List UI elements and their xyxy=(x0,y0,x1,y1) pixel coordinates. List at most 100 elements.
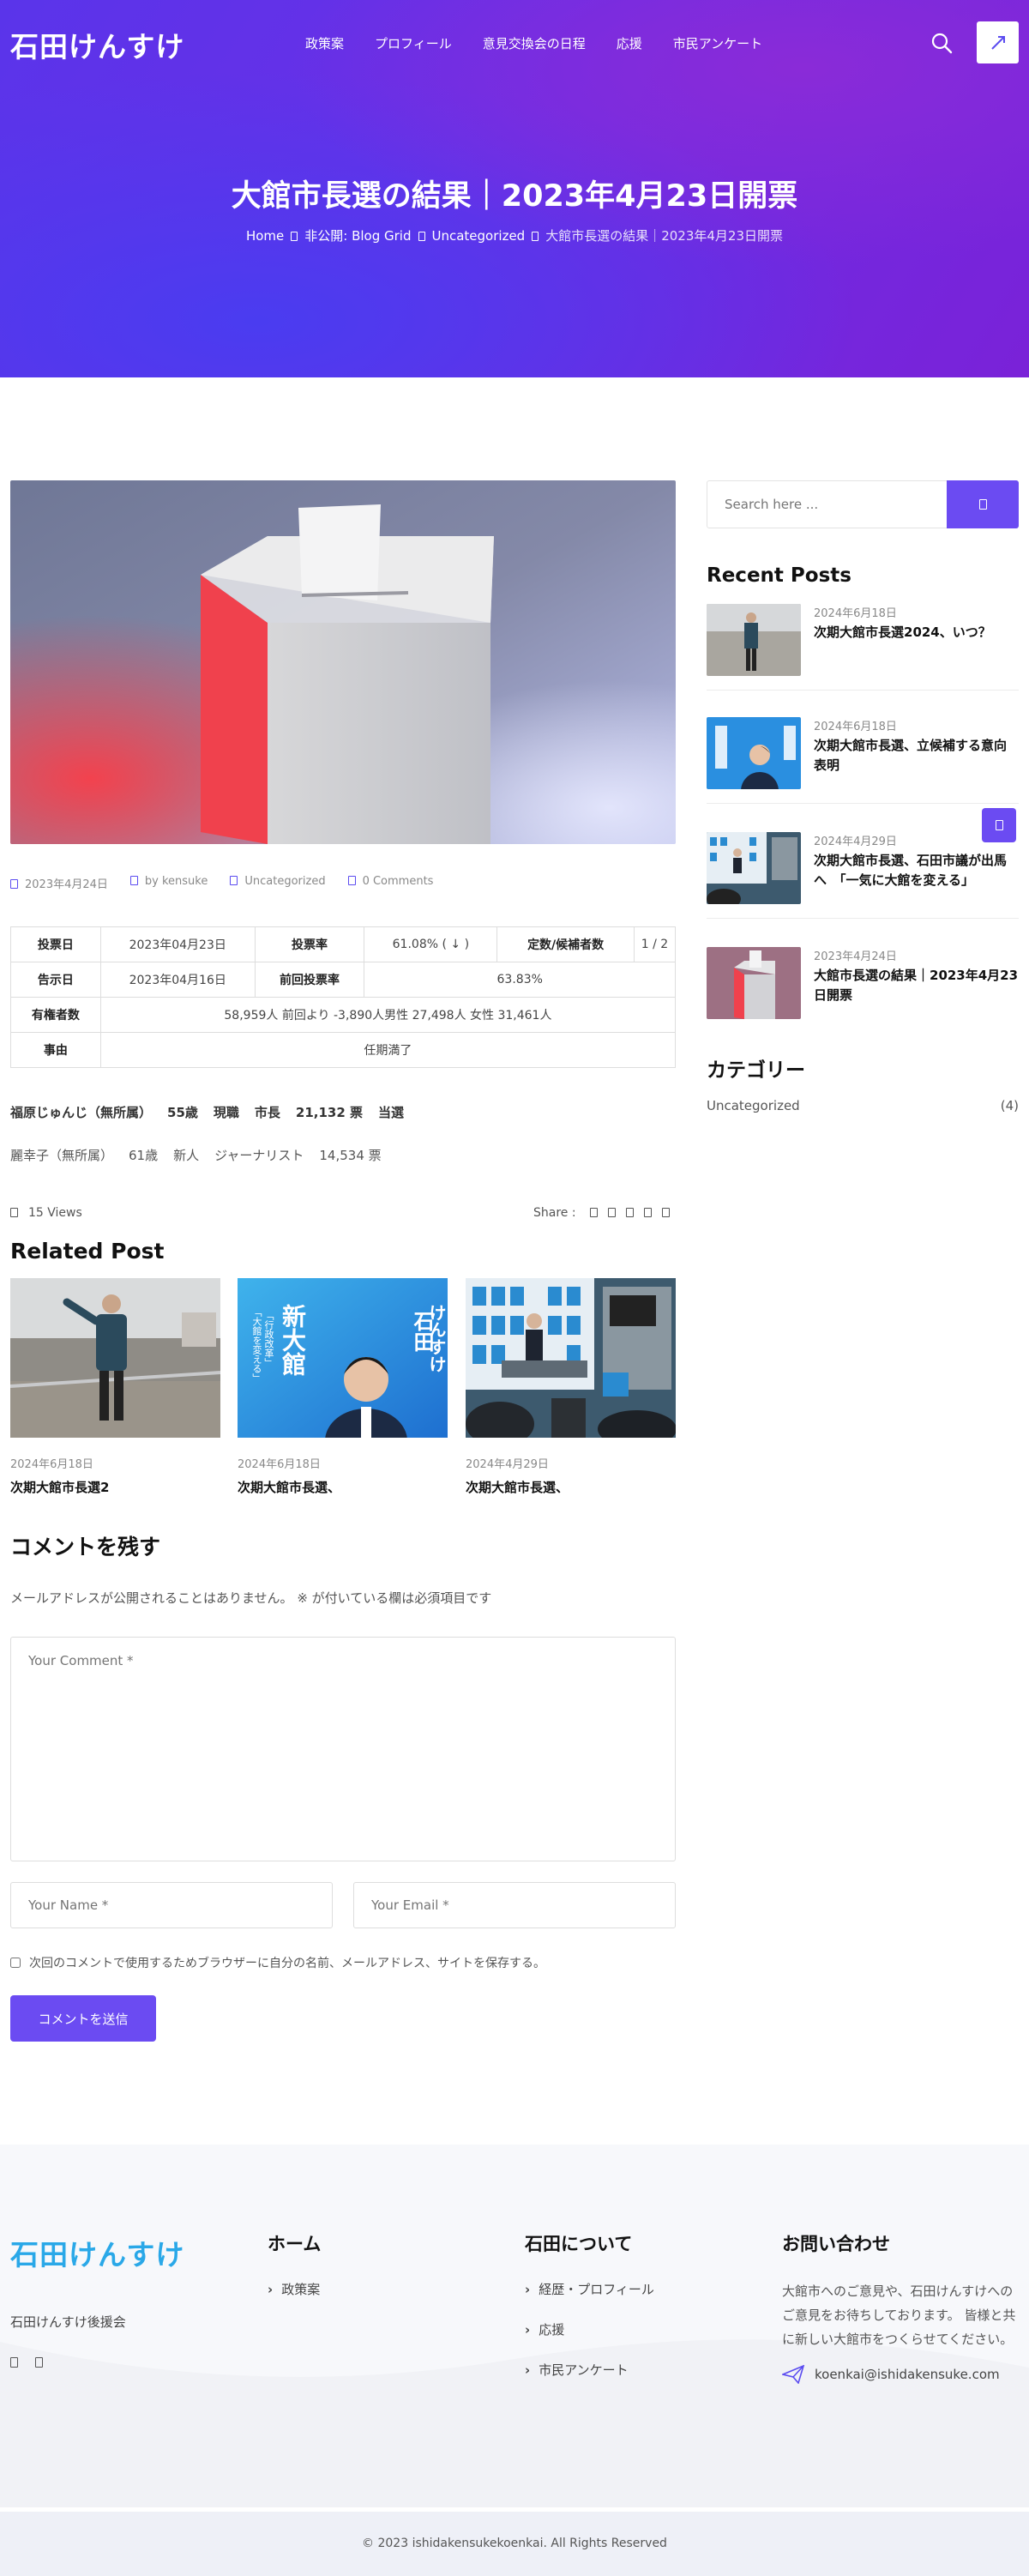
footer-contact-heading: お問い合わせ xyxy=(782,2234,890,2254)
sidebar-search xyxy=(707,480,1019,528)
related-thumbnail-press[interactable] xyxy=(466,1278,676,1438)
email-field[interactable] xyxy=(353,1882,676,1928)
divider xyxy=(707,918,1019,919)
related-title[interactable]: 次期大館市長選、 xyxy=(238,1478,448,1496)
divider xyxy=(707,690,1019,691)
related-date: 2024年4月29日 xyxy=(466,1458,549,1471)
facebook-icon[interactable] xyxy=(590,1208,599,1217)
election-results-table: 投票日 2023年04月23日 投票率 61.08% ( ↓ ) 定数/候補者数… xyxy=(10,926,677,1068)
breadcrumb-blog-grid[interactable]: 非公開: Blog Grid xyxy=(304,228,411,244)
nav-item-policy[interactable]: 政策案 xyxy=(305,34,344,52)
nav-item-schedule[interactable]: 意見交換会の日程 xyxy=(483,34,586,52)
search-icon xyxy=(978,499,987,510)
twitter-icon[interactable] xyxy=(35,2357,43,2368)
related-post-card[interactable]: 2024年4月29日 次期大館市長選、 xyxy=(466,1278,676,1496)
nav-item-support[interactable]: 応援 xyxy=(617,34,642,52)
table-cell: 事由 xyxy=(10,1032,101,1068)
footer-link-support[interactable]: 応援 xyxy=(525,2320,654,2338)
candidate-status: 現職 xyxy=(213,1105,239,1120)
category-count: (4) xyxy=(1000,1098,1019,1113)
table-cell: 有権者数 xyxy=(10,997,101,1033)
twitter-icon[interactable] xyxy=(608,1208,617,1217)
comment-heading: コメントを残す xyxy=(10,1535,161,1559)
candidate-name: 福原じゅんじ（無所属） xyxy=(10,1105,153,1120)
eye-icon xyxy=(10,1208,18,1217)
chevron-icon xyxy=(532,232,539,241)
table-cell: 投票率 xyxy=(254,926,365,962)
footer-link-profile[interactable]: 経歴・プロフィール xyxy=(525,2280,654,2298)
recent-post-item[interactable]: 2024年6月18日 次期大館市長選2024、いつ？ xyxy=(707,604,1019,676)
recent-thumbnail-poster[interactable] xyxy=(707,717,801,789)
recent-post-item[interactable]: 2024年6月18日 次期大館市長選、立候補する意向表明 xyxy=(707,717,1019,789)
candidate-age: 61歳 xyxy=(129,1148,159,1163)
recent-title[interactable]: 次期大館市長選2024、いつ？ xyxy=(814,623,1019,642)
page-hero: 石田けんすけ 政策案 プロフィール 意見交換会の日程 応援 市民アンケート 大館… xyxy=(0,0,1029,377)
related-thumbnail-poster[interactable]: 新大館 「大館を変える」 石田 けんすけ 「行政改革」 xyxy=(238,1278,448,1438)
table-cell: 任期満了 xyxy=(99,1032,677,1068)
table-cell: 58,959人 前回より -3,890人男性 27,498人 女性 31,461… xyxy=(99,997,677,1033)
footer-email-text[interactable]: koenkai@ishidakensuke.com xyxy=(815,2367,1000,2382)
comment-icon xyxy=(347,876,356,885)
category-item[interactable]: Uncategorized (4) xyxy=(707,1098,1019,1113)
submit-comment-button[interactable]: コメントを送信 xyxy=(10,1995,156,2042)
save-info-checkbox[interactable] xyxy=(10,1958,21,1968)
recent-thumbnail-outdoor[interactable] xyxy=(707,604,801,676)
linkedin-icon[interactable] xyxy=(626,1208,635,1217)
facebook-icon[interactable] xyxy=(10,2357,18,2368)
footer-logo[interactable]: 石田けんすけ xyxy=(10,2232,184,2273)
table-cell: 1 / 2 xyxy=(634,926,676,962)
site-logo[interactable]: 石田けんすけ xyxy=(10,24,184,65)
footer-col-home: ホーム 政策案 xyxy=(268,2230,321,2320)
table-cell: 前回投票率 xyxy=(254,962,365,998)
candidate-votes: 21,132 票 xyxy=(295,1105,364,1120)
pinterest-icon[interactable] xyxy=(644,1208,653,1217)
table-row: 投票日 2023年04月23日 投票率 61.08% ( ↓ ) 定数/候補者数… xyxy=(10,926,676,962)
category-name[interactable]: Uncategorized xyxy=(707,1098,800,1113)
recent-thumbnail-ballot-box[interactable] xyxy=(707,947,801,1019)
footer-link-policy[interactable]: 政策案 xyxy=(268,2280,321,2298)
related-title[interactable]: 次期大館市長選、 xyxy=(466,1478,676,1496)
sidebar-search-input[interactable] xyxy=(707,481,948,528)
breadcrumb-home[interactable]: Home xyxy=(246,228,284,244)
footer-email[interactable]: koenkai@ishidakensuke.com xyxy=(782,2365,1019,2385)
candidate-status: 新人 xyxy=(173,1148,200,1163)
main-nav: 政策案 プロフィール 意見交換会の日程 応援 市民アンケート xyxy=(305,34,762,52)
candidate-runner-up: 麗幸子（無所属） 61歳 新人 ジャーナリスト 14,534 票 xyxy=(10,1146,397,1164)
related-post-card[interactable]: 新大館 「大館を変える」 石田 けんすけ 「行政改革」 2024年6月18日 次… xyxy=(238,1278,448,1496)
table-row: 事由 任期満了 xyxy=(10,1032,677,1068)
recent-title[interactable]: 次期大館市長選、立候補する意向表明 xyxy=(814,736,1019,775)
menu-toggle-button[interactable] xyxy=(977,21,1019,63)
related-date: 2024年6月18日 xyxy=(238,1458,321,1471)
recent-post-item[interactable]: 2023年4月24日 大館市長選の結果｜2023年4月23日開票 xyxy=(707,947,1019,1019)
scroll-to-top-button[interactable] xyxy=(982,808,1016,842)
post-views: 15 Views xyxy=(10,1206,82,1220)
related-post-card[interactable]: 2024年6月18日 次期大館市長選2 xyxy=(10,1278,220,1496)
recent-thumbnail-press[interactable] xyxy=(707,832,801,904)
related-heading: Related Post xyxy=(10,1239,165,1264)
breadcrumb-category[interactable]: Uncategorized xyxy=(432,228,526,244)
table-cell: 告示日 xyxy=(10,962,101,998)
chevron-icon xyxy=(418,232,425,241)
footer-link-survey[interactable]: 市民アンケート xyxy=(525,2361,654,2379)
post-author[interactable]: by kensuke xyxy=(129,875,208,891)
nav-item-survey[interactable]: 市民アンケート xyxy=(673,34,762,52)
post-category[interactable]: Uncategorized xyxy=(230,875,326,891)
name-field[interactable] xyxy=(10,1882,333,1928)
post-meta: 2023年4月24日 by kensuke Uncategorized 0 Co… xyxy=(10,875,433,891)
nav-item-profile[interactable]: プロフィール xyxy=(375,34,452,52)
related-title[interactable]: 次期大館市長選2 xyxy=(10,1478,220,1496)
candidate-name: 麗幸子（無所属） xyxy=(10,1148,114,1163)
recent-post-item[interactable]: 2024年4月29日 次期大館市長選、石田市議が出馬へ 「一気に大館を変える」 xyxy=(707,832,1019,904)
email-share-icon[interactable] xyxy=(662,1208,671,1217)
search-icon[interactable] xyxy=(930,31,954,55)
comment-textarea[interactable] xyxy=(10,1637,676,1861)
table-cell: 61.08% ( ↓ ) xyxy=(364,926,498,962)
sidebar-search-button[interactable] xyxy=(947,480,1019,528)
post-comments[interactable]: 0 Comments xyxy=(347,875,433,891)
recent-date: 2024年4月29日 xyxy=(814,836,897,848)
table-cell: 2023年04月23日 xyxy=(99,926,256,962)
divider xyxy=(707,803,1019,804)
recent-title[interactable]: 次期大館市長選、石田市議が出馬へ 「一気に大館を変える」 xyxy=(814,851,1019,890)
related-thumbnail-outdoor[interactable] xyxy=(10,1278,220,1438)
recent-title[interactable]: 大館市長選の結果｜2023年4月23日開票 xyxy=(814,966,1019,1004)
